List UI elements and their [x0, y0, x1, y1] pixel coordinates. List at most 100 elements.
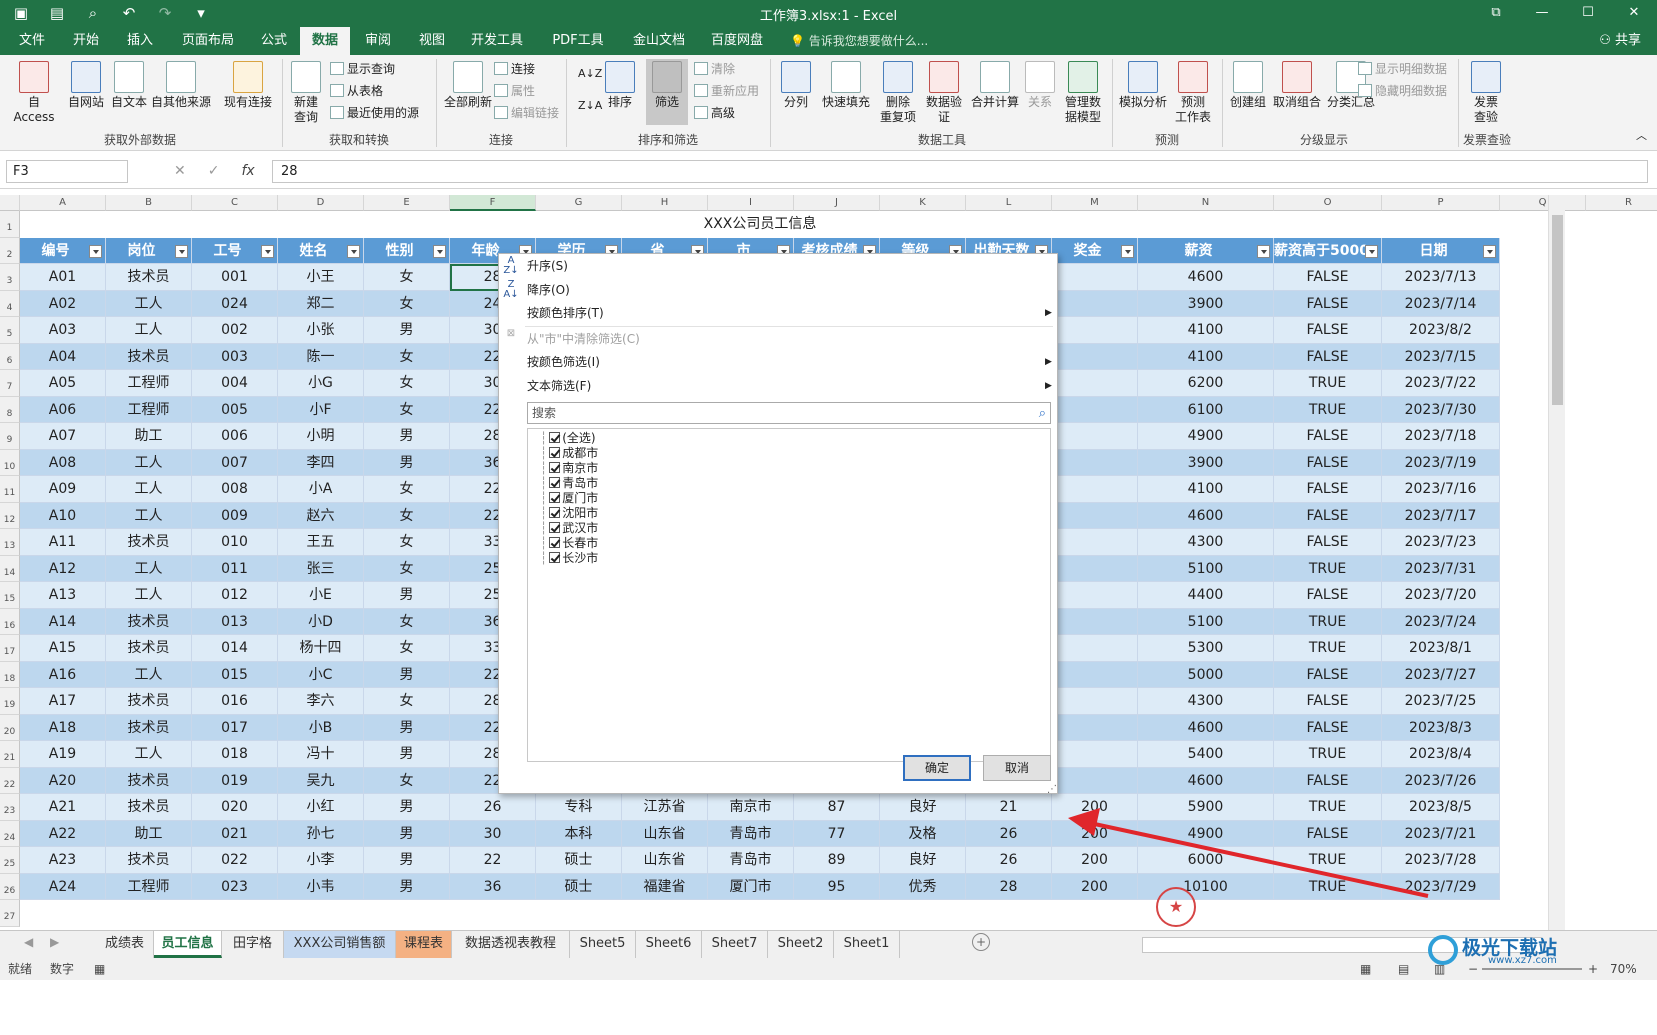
checkbox-checked-icon[interactable] — [549, 507, 561, 518]
table-cell[interactable]: A10 — [20, 502, 106, 529]
table-cell[interactable]: 2023/7/14 — [1382, 290, 1500, 317]
row-header[interactable]: 10 — [0, 449, 20, 476]
menu-sort-descending[interactable]: 降序(O) — [527, 280, 570, 300]
table-cell[interactable]: FALSE — [1274, 423, 1382, 450]
table-cell[interactable]: 男 — [364, 873, 450, 900]
show-queries-button[interactable]: 显示查询 — [330, 58, 395, 80]
table-cell[interactable]: TRUE — [1274, 370, 1382, 397]
what-if-button[interactable]: 模拟分析 — [1116, 61, 1170, 110]
table-cell[interactable]: 郑二 — [278, 290, 364, 317]
table-cell[interactable] — [1052, 635, 1138, 662]
table-cell[interactable]: 4300 — [1138, 688, 1274, 715]
checkbox-checked-icon[interactable] — [549, 522, 561, 533]
name-box[interactable]: F3 — [6, 160, 128, 183]
table-cell[interactable]: A24 — [20, 873, 106, 900]
column-header[interactable]: J — [794, 195, 880, 211]
advanced-filter-button[interactable]: 高级 — [694, 102, 735, 124]
table-cell[interactable]: 006 — [192, 423, 278, 450]
zoom-in-icon[interactable]: + — [1588, 958, 1598, 980]
row-header[interactable]: 2 — [0, 237, 20, 264]
table-cell[interactable]: 工人 — [106, 741, 192, 768]
table-cell[interactable]: FALSE — [1274, 820, 1382, 847]
filter-dropdown-icon[interactable] — [89, 244, 102, 258]
sort-az-icon[interactable]: A↓Z — [578, 63, 602, 85]
text-to-columns-button[interactable]: 分列 — [776, 61, 816, 110]
table-cell[interactable] — [1052, 608, 1138, 635]
table-cell[interactable]: 2023/8/1 — [1382, 635, 1500, 662]
table-cell[interactable]: 200 — [1052, 847, 1138, 874]
column-header[interactable]: L — [966, 195, 1052, 211]
table-cell[interactable]: TRUE — [1274, 847, 1382, 874]
table-cell[interactable]: TRUE — [1274, 608, 1382, 635]
from-text-button[interactable]: 自文本 — [108, 61, 150, 110]
table-cell[interactable]: 冯十 — [278, 741, 364, 768]
table-cell[interactable]: 技术员 — [106, 608, 192, 635]
table-cell[interactable]: 小C — [278, 661, 364, 688]
table-cell[interactable]: 95 — [794, 873, 880, 900]
table-cell[interactable]: 30 — [450, 820, 536, 847]
flash-fill-button[interactable]: 快速填充 — [818, 61, 874, 110]
insert-function-icon[interactable]: fx — [241, 160, 254, 183]
table-cell[interactable]: A09 — [20, 476, 106, 503]
manage-data-model-button[interactable]: 管理数 据模型 — [1058, 61, 1108, 125]
table-cell[interactable]: 技术员 — [106, 635, 192, 662]
table-header-cell[interactable]: 性别 — [364, 237, 450, 264]
table-cell[interactable]: 2023/7/20 — [1382, 582, 1500, 609]
row-header[interactable]: 8 — [0, 396, 20, 423]
table-cell[interactable]: 26 — [966, 820, 1052, 847]
table-cell[interactable]: 4100 — [1138, 476, 1274, 503]
table-cell[interactable]: 4100 — [1138, 317, 1274, 344]
table-cell[interactable]: FALSE — [1274, 449, 1382, 476]
row-header[interactable]: 24 — [0, 820, 20, 847]
table-cell[interactable]: 及格 — [880, 820, 966, 847]
table-cell[interactable]: 厦门市 — [708, 873, 794, 900]
table-cell[interactable]: 2023/7/30 — [1382, 396, 1500, 423]
table-cell[interactable]: 女 — [364, 396, 450, 423]
table-cell[interactable] — [1052, 502, 1138, 529]
table-cell[interactable]: 福建省 — [622, 873, 708, 900]
table-cell[interactable]: 36 — [450, 873, 536, 900]
table-cell[interactable]: 男 — [364, 317, 450, 344]
table-cell[interactable]: 4300 — [1138, 529, 1274, 556]
table-cell[interactable]: 小张 — [278, 317, 364, 344]
table-cell[interactable]: 010 — [192, 529, 278, 556]
sort-button[interactable]: 排序 — [602, 61, 638, 110]
table-cell[interactable]: 2023/7/17 — [1382, 502, 1500, 529]
row-header[interactable]: 27 — [0, 900, 20, 927]
table-cell[interactable]: 2023/7/13 — [1382, 264, 1500, 291]
column-header[interactable]: G — [536, 195, 622, 211]
table-cell[interactable]: 5100 — [1138, 555, 1274, 582]
connections-button[interactable]: 连接 — [494, 58, 535, 80]
filter-dropdown-icon[interactable] — [1483, 244, 1496, 258]
table-cell[interactable]: 张三 — [278, 555, 364, 582]
table-cell[interactable]: 李六 — [278, 688, 364, 715]
column-header[interactable]: D — [278, 195, 364, 211]
table-cell[interactable]: 5000 — [1138, 661, 1274, 688]
filter-value-item[interactable]: ┆ 成都市 — [540, 446, 598, 461]
table-cell[interactable]: 2023/7/22 — [1382, 370, 1500, 397]
table-cell[interactable]: 2023/7/15 — [1382, 343, 1500, 370]
checkbox-checked-icon[interactable] — [549, 462, 561, 473]
table-cell[interactable]: 023 — [192, 873, 278, 900]
column-header[interactable]: R — [1586, 195, 1657, 211]
table-cell[interactable]: 016 — [192, 688, 278, 715]
table-cell[interactable]: 小韦 — [278, 873, 364, 900]
table-cell[interactable]: 2023/7/16 — [1382, 476, 1500, 503]
table-header-cell[interactable]: 编号 — [20, 237, 106, 264]
table-cell[interactable]: 技术员 — [106, 714, 192, 741]
filter-dropdown-icon[interactable] — [175, 244, 188, 258]
filter-search-input[interactable]: 搜索 ⌕ — [527, 402, 1051, 424]
filter-dropdown-icon[interactable] — [1121, 244, 1134, 258]
table-cell[interactable] — [1052, 476, 1138, 503]
macro-record-icon[interactable]: ▦ — [94, 958, 105, 980]
sheet-tab[interactable]: Sheet5 — [570, 931, 636, 958]
table-cell[interactable]: 女 — [364, 476, 450, 503]
filter-dropdown-icon[interactable] — [347, 244, 360, 258]
table-cell[interactable]: 王五 — [278, 529, 364, 556]
table-cell[interactable]: 技术员 — [106, 794, 192, 821]
filter-value-item[interactable]: ┆ 沈阳市 — [540, 506, 598, 521]
table-cell[interactable]: 6100 — [1138, 396, 1274, 423]
sheet-tab[interactable]: Sheet2 — [768, 931, 834, 958]
tab-file[interactable]: 文件 — [12, 27, 52, 55]
table-cell[interactable]: 2023/7/23 — [1382, 529, 1500, 556]
